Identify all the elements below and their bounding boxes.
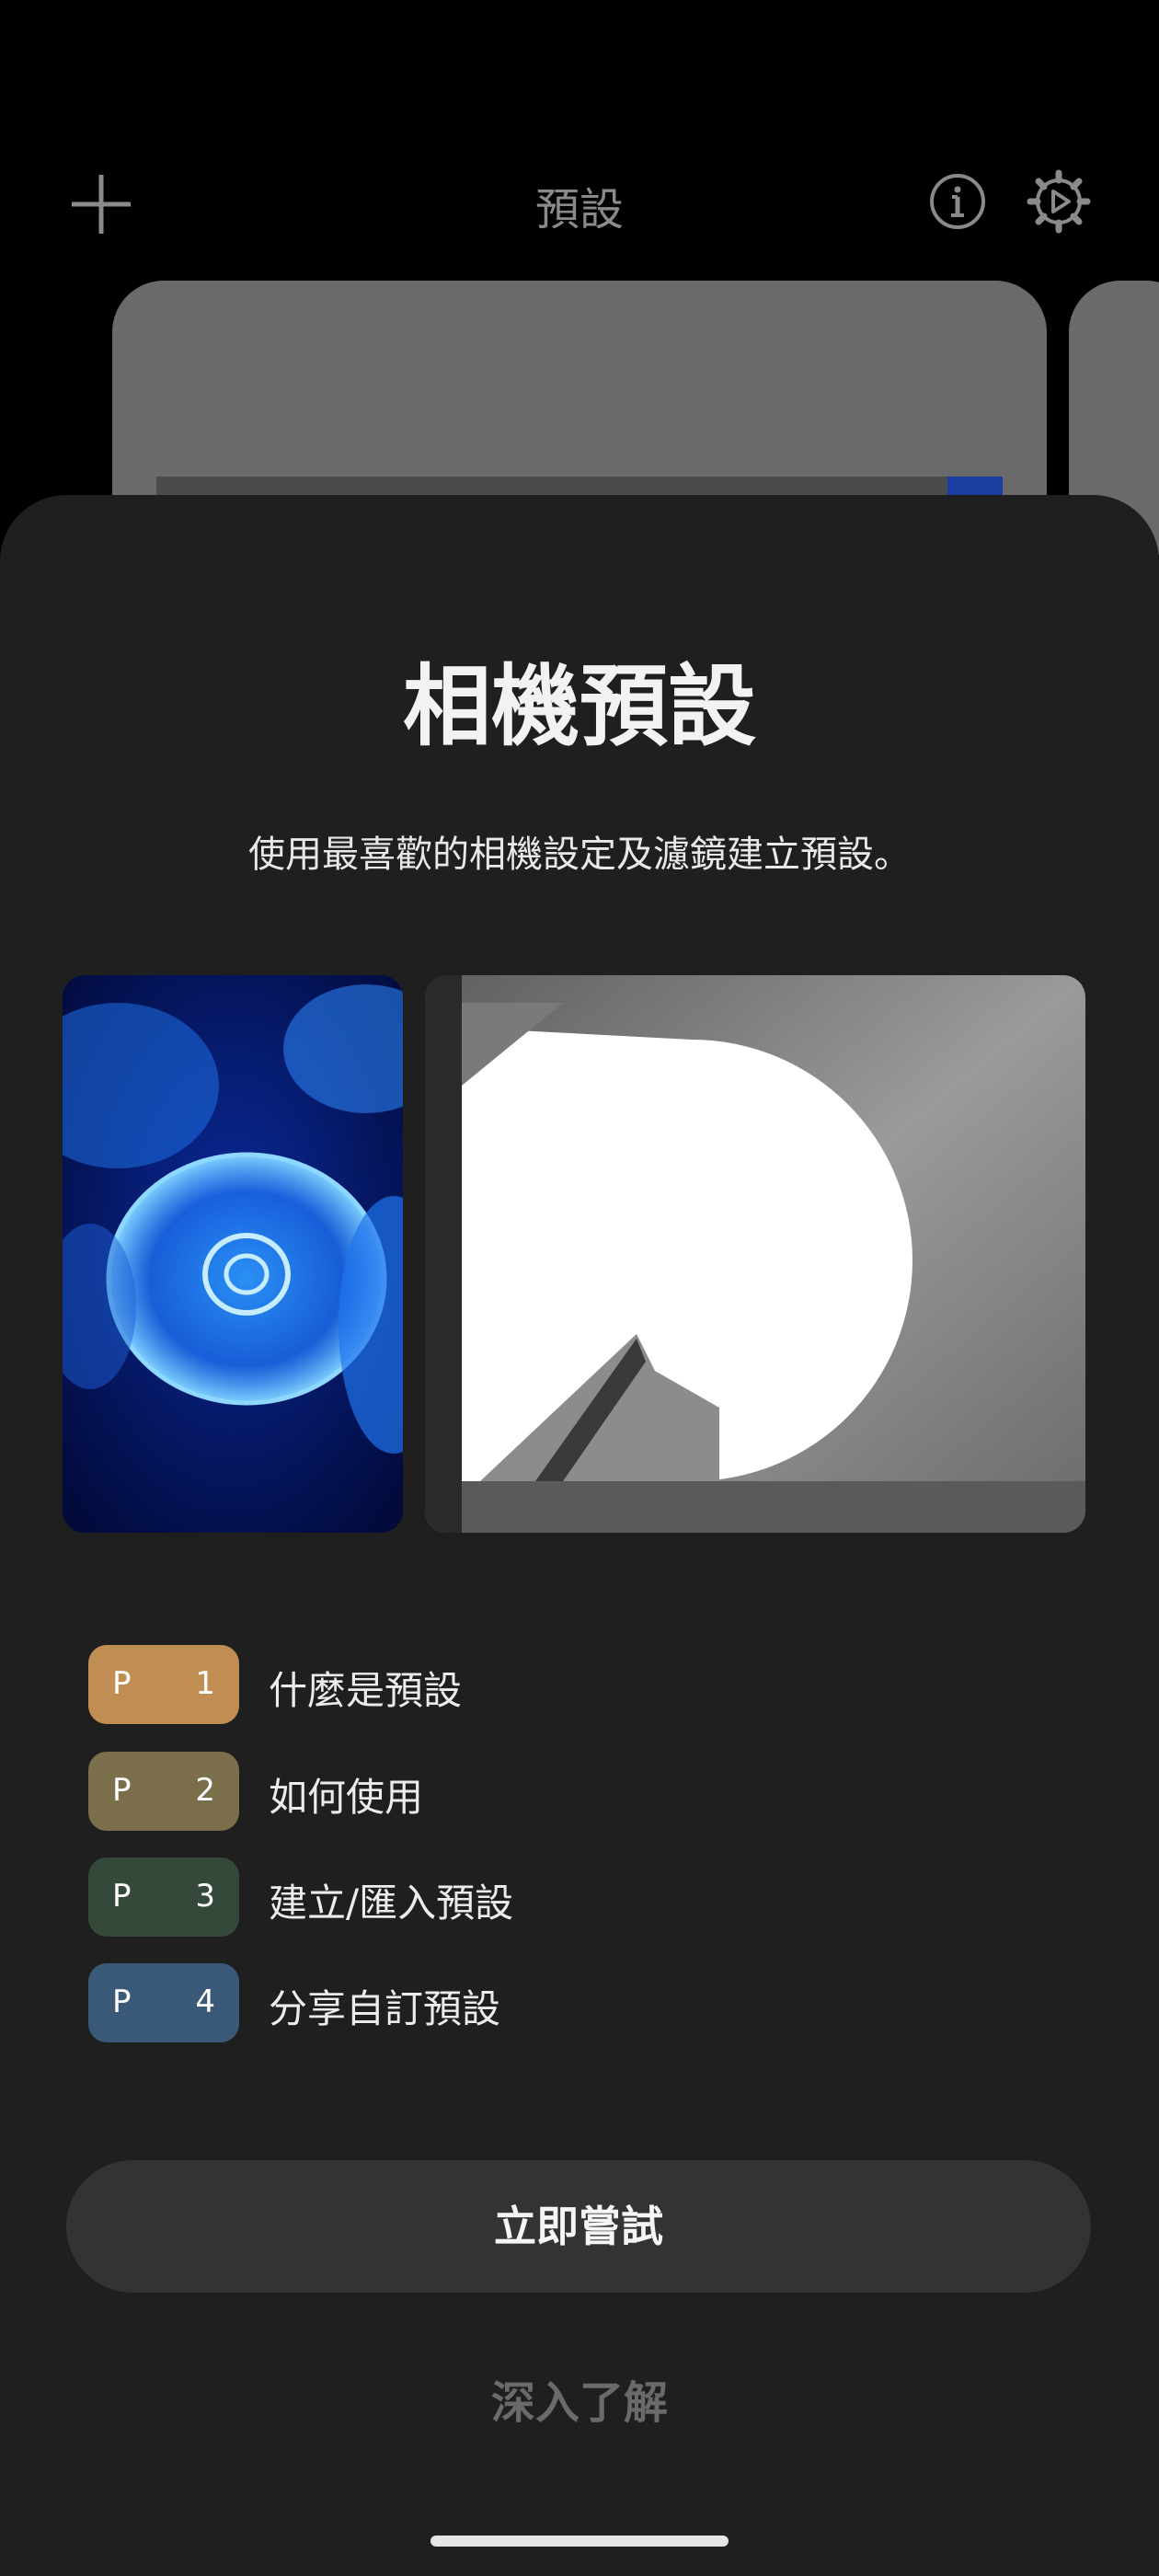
toc-item-4[interactable]: P 4 分享自訂預設 <box>88 1963 732 2042</box>
preset-card-preview <box>156 477 1003 495</box>
preset-card-preview-accent <box>947 477 1003 495</box>
toc-label: 如何使用 <box>269 1775 424 1820</box>
toc-badge: P 2 <box>88 1752 239 1831</box>
toc-item-1[interactable]: P 1 什麼是預設 <box>88 1645 732 1724</box>
toc-label: 分享自訂預設 <box>269 1986 501 2031</box>
sheet-description: 使用最喜歡的相機設定及濾鏡建立預設。 <box>248 834 911 876</box>
home-indicator[interactable] <box>430 2536 729 2547</box>
try-now-button[interactable]: 立即嘗試 <box>66 2160 1091 2293</box>
toc-item-3[interactable]: P 3 建立/匯入預設 <box>88 1857 732 1937</box>
app-header: 預設 <box>0 0 1159 276</box>
learn-more-link[interactable]: 深入了解 <box>0 2366 1159 2431</box>
toc-badge: P 3 <box>88 1857 239 1937</box>
toc-badge: P 4 <box>88 1963 239 2042</box>
toc-label: 什麼是預設 <box>269 1668 463 1713</box>
gear-icon[interactable] <box>1027 169 1091 234</box>
jellyfish-photo <box>63 975 403 1533</box>
info-icon[interactable] <box>929 173 986 230</box>
toc-item-2[interactable]: P 2 如何使用 <box>88 1752 732 1831</box>
sheet-title: 相機預設 <box>403 655 756 758</box>
toc-label: 建立/匯入預設 <box>269 1880 514 1926</box>
building-photo <box>425 975 1085 1533</box>
camera-presets-sheet: 相機預設 使用最喜歡的相機設定及濾鏡建立預設。 P 1 什麼是預設 P 2 如何… <box>0 495 1159 2576</box>
toc-badge: P 1 <box>88 1645 239 1724</box>
